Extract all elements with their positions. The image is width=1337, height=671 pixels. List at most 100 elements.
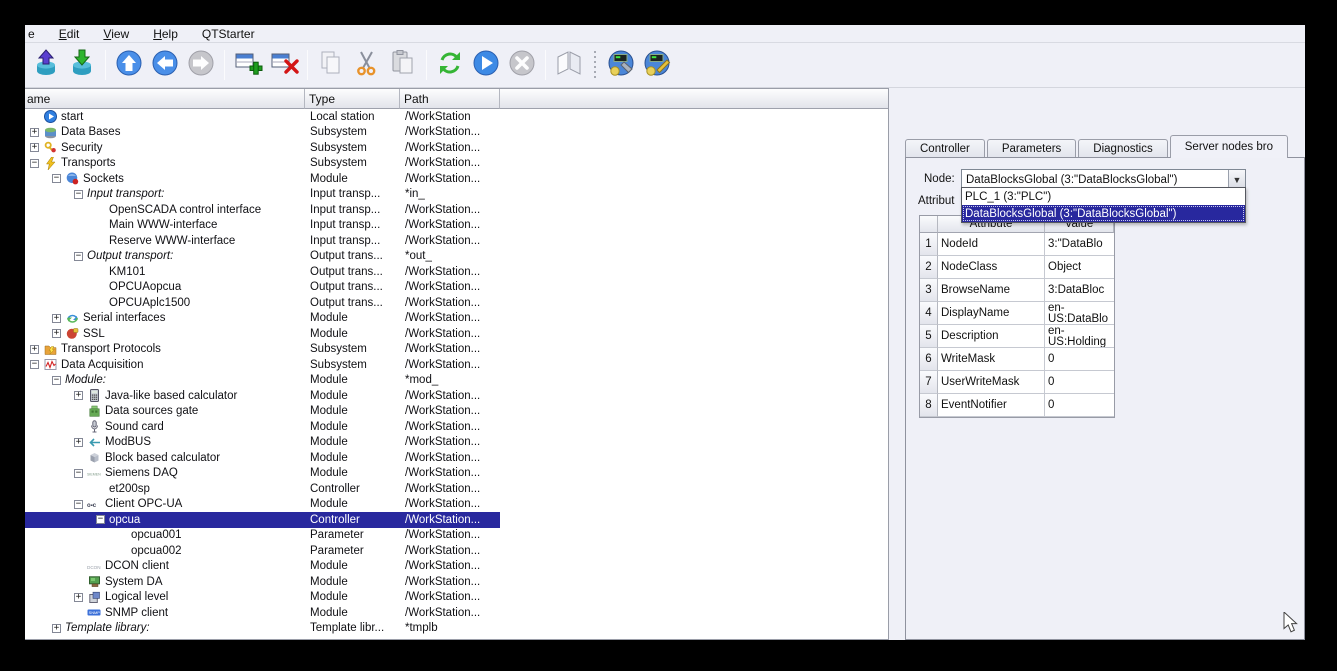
table-cell-value[interactable]: 0 [1045, 348, 1114, 371]
refresh-button[interactable] [433, 48, 467, 82]
collapse-icon[interactable]: − [74, 469, 83, 478]
tree-row-block-based-calculator[interactable]: Block based calculatorModule/WorkStation… [25, 450, 500, 466]
copy-button[interactable] [314, 48, 348, 82]
tree-row-transports[interactable]: −TransportsSubsystem/WorkStation... [25, 156, 500, 172]
dropdown-item[interactable]: PLC_1 (3:"PLC") [962, 188, 1245, 205]
expand-icon[interactable]: + [52, 314, 61, 323]
tree-row-opcua[interactable]: −opcuaController/WorkStation... [25, 512, 500, 528]
expand-icon[interactable]: + [74, 391, 83, 400]
table-cell-value[interactable]: en-US:Holding [1045, 325, 1114, 348]
table-cell-value[interactable]: 0 [1045, 371, 1114, 394]
menu-qtstarter[interactable]: QTStarter [202, 27, 255, 41]
collapse-icon[interactable]: − [52, 376, 61, 385]
table-cell-attribute[interactable]: DisplayName [938, 302, 1045, 325]
tab-parameters[interactable]: Parameters [987, 139, 1076, 158]
dropdown-item[interactable]: DataBlocksGlobal (3:"DataBlocksGlobal") [962, 205, 1245, 222]
runtime-config-button[interactable] [640, 48, 674, 82]
table-cell-value[interactable]: 3:DataBloc [1045, 279, 1114, 302]
tree-row-system-da[interactable]: System DAModule/WorkStation... [25, 574, 500, 590]
expand-icon[interactable]: + [52, 624, 61, 633]
table-cell-value[interactable]: 3:"DataBlo [1045, 233, 1114, 256]
load-from-db-button[interactable] [29, 48, 63, 82]
up-button[interactable] [112, 48, 146, 82]
expand-icon[interactable]: + [74, 438, 83, 447]
tree-row-logical-level[interactable]: +Logical levelModule/WorkStation... [25, 590, 500, 606]
paste-button[interactable] [386, 48, 420, 82]
table-cell-attribute[interactable]: UserWriteMask [938, 371, 1045, 394]
tree-row-security[interactable]: +SecuritySubsystem/WorkStation... [25, 140, 500, 156]
tree-row-opcuaplc1500[interactable]: OPCUAplc1500Output trans.../WorkStation.… [25, 295, 500, 311]
table-cell-value[interactable]: Object [1045, 256, 1114, 279]
expand-icon[interactable]: + [74, 593, 83, 602]
collapse-icon[interactable]: − [96, 515, 105, 524]
expand-icon[interactable]: + [52, 329, 61, 338]
tree-row-output-transport[interactable]: −Output transport:Output trans...*out_ [25, 249, 500, 265]
tree-row-data-bases[interactable]: +Data BasesSubsystem/WorkStation... [25, 125, 500, 141]
tree-row-java-like-based-calculator[interactable]: +Java-like based calculatorModule/WorkSt… [25, 388, 500, 404]
save-to-db-button[interactable] [65, 48, 99, 82]
tree-row-transport-protocols[interactable]: +Transport ProtocolsSubsystem/WorkStatio… [25, 342, 500, 358]
tree-row-openscada-control-interface[interactable]: OpenSCADA control interfaceInput transp.… [25, 202, 500, 218]
tree-row-input-transport[interactable]: −Input transport:Input transp...*in_ [25, 187, 500, 203]
tree-row-opcuaopcua[interactable]: OPCUAopcuaOutput trans.../WorkStation... [25, 280, 500, 296]
expand-icon[interactable]: + [30, 143, 39, 152]
tab-diagnostics[interactable]: Diagnostics [1078, 139, 1167, 158]
tree-row-template-library[interactable]: +Template library:Template libr...*tmplb [25, 621, 500, 637]
stop-button[interactable] [505, 48, 539, 82]
tree-row-modbus[interactable]: +ModBUSModule/WorkStation... [25, 435, 500, 451]
menu-view[interactable]: View [103, 27, 129, 41]
menu-e[interactable]: e [28, 27, 35, 41]
collapse-icon[interactable]: − [74, 500, 83, 509]
table-cell-attribute[interactable]: BrowseName [938, 279, 1045, 302]
table-cell-value[interactable]: 0 [1045, 394, 1114, 417]
tree-row-ssl[interactable]: +SSLModule/WorkStation... [25, 326, 500, 342]
station-tree[interactable]: ame Type Path startLocal station/WorkSta… [25, 88, 889, 640]
menu-help[interactable]: Help [153, 27, 178, 41]
table-cell-attribute[interactable]: Description [938, 325, 1045, 348]
table-cell-attribute[interactable]: EventNotifier [938, 394, 1045, 417]
tree-row-km101[interactable]: KM101Output trans.../WorkStation... [25, 264, 500, 280]
expand-icon[interactable]: + [30, 345, 39, 354]
tree-row-serial-interfaces[interactable]: +Serial interfacesModule/WorkStation... [25, 311, 500, 327]
cut-button[interactable] [350, 48, 384, 82]
tree-row-opcua001[interactable]: opcua001Parameter/WorkStation... [25, 528, 500, 544]
tree-row-siemens-daq[interactable]: −SIEMENSSiemens DAQModule/WorkStation... [25, 466, 500, 482]
tree-row-data-sources-gate[interactable]: Data sources gateModule/WorkStation... [25, 404, 500, 420]
collapse-icon[interactable]: − [52, 174, 61, 183]
tree-row-et200sp[interactable]: et200spController/WorkStation... [25, 481, 500, 497]
tree-row-opcua002[interactable]: opcua002Parameter/WorkStation... [25, 543, 500, 559]
dev-config-button[interactable] [604, 48, 638, 82]
back-button[interactable] [148, 48, 182, 82]
start-button[interactable] [469, 48, 503, 82]
tree-row-data-acquisition[interactable]: −Data AcquisitionSubsystem/WorkStation..… [25, 357, 500, 373]
expand-icon[interactable]: + [30, 128, 39, 137]
tree-header-path[interactable]: Path [400, 89, 500, 109]
collapse-icon[interactable]: − [74, 190, 83, 199]
tree-header-type[interactable]: Type [305, 89, 400, 109]
collapse-icon[interactable]: − [30, 360, 39, 369]
table-cell-attribute[interactable]: NodeClass [938, 256, 1045, 279]
manual-button[interactable] [552, 48, 586, 82]
table-cell-attribute[interactable]: NodeId [938, 233, 1045, 256]
add-item-button[interactable] [231, 48, 265, 82]
collapse-icon[interactable]: − [74, 252, 83, 261]
tree-row-snmp-client[interactable]: SNMPSNMP clientModule/WorkStation... [25, 605, 500, 621]
tree-row-start[interactable]: startLocal station/WorkStation [25, 109, 500, 125]
tab-server-nodes-bro[interactable]: Server nodes bro [1170, 135, 1288, 158]
tree-row-dcon-client[interactable]: DCONDCON clientModule/WorkStation... [25, 559, 500, 575]
tree-row-reserve-www-interface[interactable]: Reserve WWW-interfaceInput transp.../Wor… [25, 233, 500, 249]
tree-row-client-opc-ua[interactable]: −o▪cClient OPC-UAModule/WorkStation... [25, 497, 500, 513]
collapse-icon[interactable]: − [30, 159, 39, 168]
tree-row-module[interactable]: −Module:Module*mod_ [25, 373, 500, 389]
tree-row-sockets[interactable]: −SocketsModule/WorkStation... [25, 171, 500, 187]
tree-row-main-www-interface[interactable]: Main WWW-interfaceInput transp.../WorkSt… [25, 218, 500, 234]
menu-edit[interactable]: Edit [59, 27, 80, 41]
tree-row-sound-card[interactable]: Sound cardModule/WorkStation... [25, 419, 500, 435]
tree-header-name[interactable]: ame [25, 89, 305, 109]
tab-controller[interactable]: Controller [905, 139, 985, 158]
table-cell-attribute[interactable]: WriteMask [938, 348, 1045, 371]
table-cell-value[interactable]: en-US:DataBlo [1045, 302, 1114, 325]
toolbar-drag-handle[interactable] [593, 51, 597, 79]
remove-item-button[interactable] [267, 48, 301, 82]
forward-button[interactable] [184, 48, 218, 82]
